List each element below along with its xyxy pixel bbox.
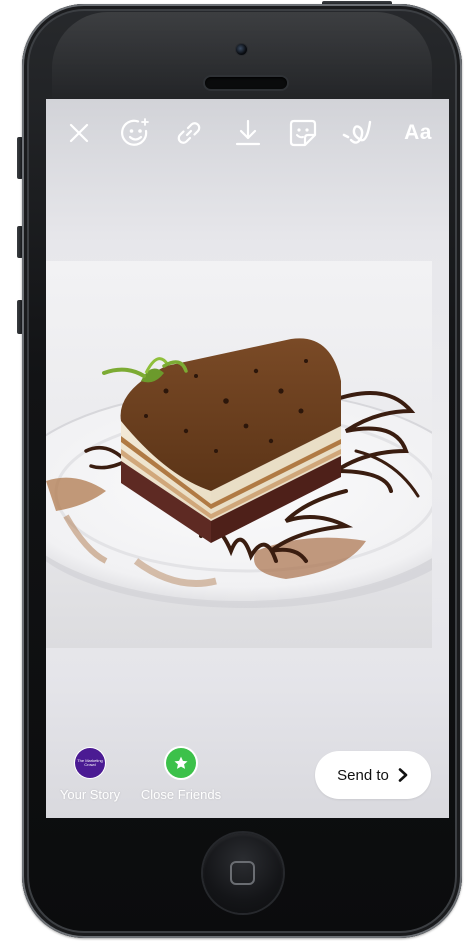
stage: Aa The Marketing Crowd Your Story Close … xyxy=(0,0,464,941)
sticker-icon xyxy=(289,119,317,147)
phone-gloss xyxy=(52,12,432,104)
story-editor-screen: Aa The Marketing Crowd Your Story Close … xyxy=(46,99,449,818)
close-friends-label: Close Friends xyxy=(140,787,222,802)
your-story-avatar: The Marketing Crowd xyxy=(75,748,105,778)
earpiece-speaker xyxy=(205,77,287,89)
close-friends-option[interactable]: Close Friends xyxy=(136,748,226,802)
story-photo xyxy=(46,261,432,648)
link-icon xyxy=(177,122,201,144)
front-camera xyxy=(236,44,247,55)
your-story-option[interactable]: The Marketing Crowd Your Story xyxy=(56,748,124,802)
draw-icon xyxy=(342,120,372,144)
share-bar: The Marketing Crowd Your Story Close Fri… xyxy=(46,748,449,818)
draw-button[interactable] xyxy=(338,113,378,153)
close-icon xyxy=(69,123,89,143)
close-friends-badge xyxy=(166,748,196,778)
home-square-icon xyxy=(230,861,255,885)
send-to-button[interactable]: Send to xyxy=(315,751,431,799)
star-icon xyxy=(174,756,188,769)
face-effects-button[interactable] xyxy=(116,113,156,153)
story-toolbar: Aa xyxy=(46,113,449,157)
download-button[interactable] xyxy=(228,113,268,153)
close-button[interactable] xyxy=(59,113,99,153)
your-story-label: Your Story xyxy=(59,787,121,802)
avatar-text: The Marketing Crowd xyxy=(77,758,103,767)
text-tool-label: Aa xyxy=(404,121,432,144)
download-icon xyxy=(235,119,261,146)
cake-photo xyxy=(46,338,432,608)
chevron-right-icon xyxy=(398,768,408,782)
sticker-button[interactable] xyxy=(283,113,323,153)
text-tool-button[interactable]: Aa xyxy=(396,113,440,153)
face-effects-icon xyxy=(121,118,149,146)
link-button[interactable] xyxy=(169,113,209,153)
home-button[interactable] xyxy=(203,833,283,913)
send-to-label: Send to xyxy=(337,766,389,784)
